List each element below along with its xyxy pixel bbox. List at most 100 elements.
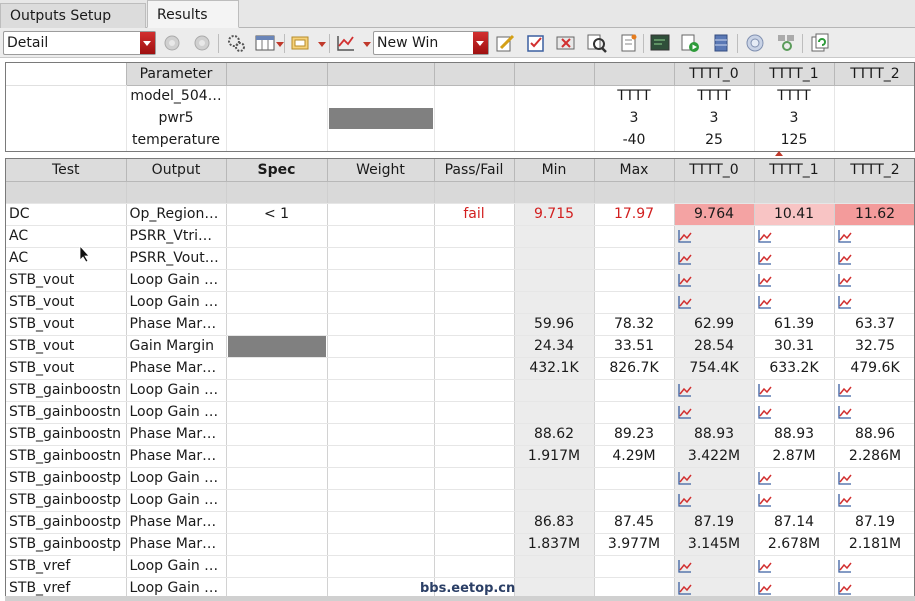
corner-value-cell[interactable] xyxy=(834,401,914,424)
waveform-plot-icon[interactable] xyxy=(757,294,772,310)
corner-value-cell[interactable] xyxy=(754,489,835,512)
column-header-tttt0[interactable]: TTTT_0 xyxy=(674,159,755,182)
result-row[interactable]: STB_gainboostn Loop Gain … xyxy=(6,401,914,424)
spec-cell[interactable] xyxy=(226,269,328,292)
spec-cell[interactable] xyxy=(226,533,328,556)
network-search-icon[interactable] xyxy=(776,33,796,53)
result-row[interactable]: STB_gainboostn Phase Mar… 88.62 89.23 88.93 8… xyxy=(6,423,914,446)
spec-edit-icon[interactable] xyxy=(526,33,546,53)
spec-cell[interactable] xyxy=(226,335,328,358)
waveform-plot-icon[interactable] xyxy=(677,492,692,508)
tab-results[interactable]: Results xyxy=(147,0,239,28)
corner-value-cell[interactable] xyxy=(674,489,755,512)
spec-cell[interactable]: < 1 xyxy=(226,203,328,226)
column-header-spec[interactable]: Spec xyxy=(226,159,328,182)
column-header-pass-fail[interactable]: Pass/Fail xyxy=(434,159,515,182)
column-header-max[interactable]: Max xyxy=(594,159,675,182)
window-select[interactable]: New Win xyxy=(373,31,489,55)
tab-outputs-setup[interactable]: Outputs Setup xyxy=(0,3,146,28)
corner-value-cell[interactable] xyxy=(754,555,835,578)
parameter-edit-cell[interactable] xyxy=(327,107,435,129)
result-row[interactable]: AC PSRR_Vtrim… xyxy=(6,225,914,248)
spec-cell[interactable] xyxy=(226,511,328,534)
weight-cell[interactable] xyxy=(327,467,435,490)
waveform-plot-icon[interactable] xyxy=(837,470,852,486)
plot-dropdown-icon[interactable] xyxy=(363,42,371,47)
waveform-plot-icon[interactable] xyxy=(757,492,772,508)
waveform-plot-icon[interactable] xyxy=(837,404,852,420)
spec-cell[interactable] xyxy=(226,423,328,446)
corner-value-cell[interactable] xyxy=(834,467,914,490)
waveform-plot-icon[interactable] xyxy=(677,382,692,398)
forward-circle-icon[interactable] xyxy=(192,33,212,53)
weight-cell[interactable] xyxy=(327,533,435,556)
corner-value-cell[interactable] xyxy=(834,555,914,578)
annotate-icon[interactable] xyxy=(291,33,311,53)
horizontal-scrollbar[interactable] xyxy=(5,596,915,601)
waveform-plot-icon[interactable] xyxy=(837,492,852,508)
table-columns-dropdown-icon[interactable] xyxy=(276,42,284,47)
result-row[interactable]: STB_gainboostp Loop Gain … xyxy=(6,467,914,490)
corner-value-cell[interactable] xyxy=(754,291,835,314)
column-header-output[interactable]: Output xyxy=(126,159,227,182)
result-row[interactable]: AC PSRR_Vout… xyxy=(6,247,914,270)
result-row[interactable]: STB_gainboostp Phase Mar… 1.837M 3.977M 3.14… xyxy=(6,533,914,556)
waveform-plot-icon[interactable] xyxy=(757,470,772,486)
weight-cell[interactable] xyxy=(327,445,435,468)
spec-cell[interactable] xyxy=(226,379,328,402)
weight-cell[interactable] xyxy=(327,423,435,446)
spec-cell[interactable] xyxy=(226,225,328,248)
corner-value-cell[interactable] xyxy=(674,247,755,270)
waveform-plot-icon[interactable] xyxy=(837,558,852,574)
view-select-dropdown-icon[interactable] xyxy=(140,32,155,54)
waveform-plot-icon[interactable] xyxy=(677,558,692,574)
column-header-tttt2[interactable]: TTTT_2 xyxy=(834,159,914,182)
window-select-dropdown-icon[interactable] xyxy=(473,32,488,54)
weight-cell[interactable] xyxy=(327,247,435,270)
waveform-plot-icon[interactable] xyxy=(837,250,852,266)
waveform-plot-icon[interactable] xyxy=(677,404,692,420)
waveform-plot-icon[interactable] xyxy=(757,228,772,244)
weight-cell[interactable] xyxy=(327,555,435,578)
column-header-weight[interactable]: Weight xyxy=(327,159,435,182)
result-row[interactable]: STB_gainboostp Loop Gain … xyxy=(6,489,914,512)
result-row[interactable]: STB_vout Loop Gain … xyxy=(6,269,914,292)
weight-cell[interactable] xyxy=(327,379,435,402)
table-columns-icon[interactable] xyxy=(255,33,275,53)
annotate-dropdown-icon[interactable] xyxy=(318,42,326,47)
result-row[interactable]: STB_gainboostp Phase Mar… 86.83 87.45 87.19 8… xyxy=(6,511,914,534)
weight-cell[interactable] xyxy=(327,357,435,380)
corner-value-cell[interactable] xyxy=(674,555,755,578)
corner-value-cell[interactable] xyxy=(754,269,835,292)
edit-notes-icon[interactable] xyxy=(495,33,515,53)
waveform-plot-icon[interactable] xyxy=(757,250,772,266)
waveform-plot-icon[interactable] xyxy=(757,272,772,288)
waveform-plot-icon[interactable] xyxy=(837,294,852,310)
corner-value-cell[interactable] xyxy=(674,269,755,292)
corner-value-cell[interactable] xyxy=(674,401,755,424)
corner-value-cell[interactable] xyxy=(834,291,914,314)
spec-cell[interactable] xyxy=(226,291,328,314)
corner-value-cell[interactable] xyxy=(834,225,914,248)
waveform-plot-icon[interactable] xyxy=(677,580,692,596)
weight-cell[interactable] xyxy=(327,511,435,534)
waveform-plot-icon[interactable] xyxy=(757,404,772,420)
refresh-copy-icon[interactable] xyxy=(810,33,830,53)
corner-value-cell[interactable] xyxy=(674,467,755,490)
corner-value-cell[interactable] xyxy=(754,467,835,490)
weight-cell[interactable] xyxy=(327,225,435,248)
spec-cell[interactable] xyxy=(226,357,328,380)
report-icon[interactable] xyxy=(619,33,639,53)
weight-cell[interactable] xyxy=(327,269,435,292)
spec-cell[interactable] xyxy=(226,489,328,512)
waveform-plot-icon[interactable] xyxy=(757,580,772,596)
column-header-test[interactable]: Test xyxy=(6,159,127,182)
weight-cell[interactable] xyxy=(327,313,435,336)
spec-cell[interactable] xyxy=(226,467,328,490)
result-row[interactable]: STB_vout Phase Mar… 59.96 78.32 62.99 61.39 63… xyxy=(6,313,914,336)
corner-value-cell[interactable] xyxy=(674,379,755,402)
corner-value-cell[interactable] xyxy=(834,379,914,402)
waveform-plot-icon[interactable] xyxy=(677,470,692,486)
waveform-plot-icon[interactable] xyxy=(677,272,692,288)
waveform-plot-icon[interactable] xyxy=(677,250,692,266)
